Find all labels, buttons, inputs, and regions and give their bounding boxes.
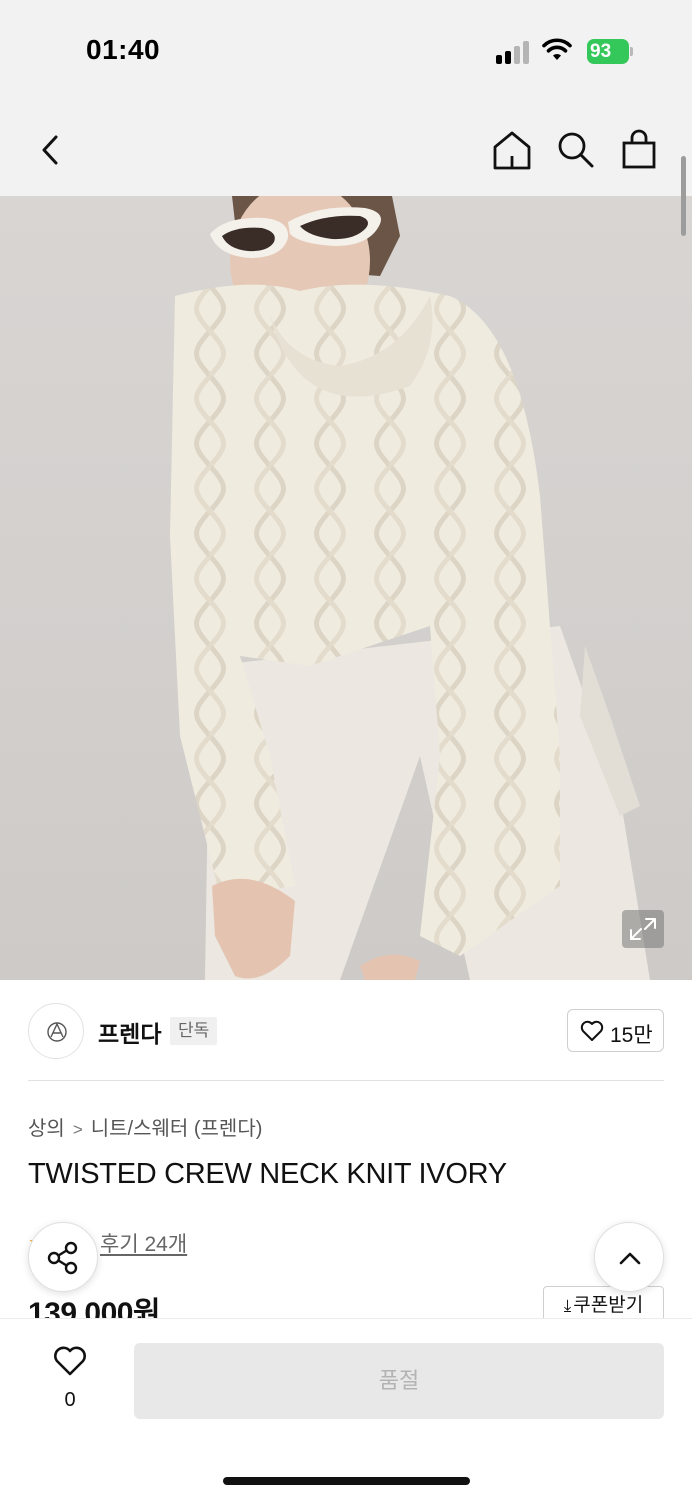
coupon-label: 쿠폰받기 — [573, 1295, 644, 1316]
wifi-icon — [542, 38, 572, 60]
top-navigation — [0, 100, 692, 196]
scrollbar[interactable] — [681, 156, 686, 236]
chevron-up-icon — [619, 1252, 641, 1265]
bottom-action-bar: 0 품절 — [0, 1318, 692, 1500]
home-icon[interactable] — [490, 128, 534, 172]
exclusive-badge: 단독 — [170, 1017, 218, 1045]
share-icon — [47, 1241, 78, 1275]
sold-out-button[interactable]: 품절 — [134, 1343, 664, 1419]
breadcrumb-separator: > — [72, 1120, 83, 1139]
status-bar: 01:40 93 — [0, 0, 692, 100]
status-time: 01:40 — [86, 34, 161, 65]
back-icon[interactable] — [30, 128, 74, 172]
product-photo-illustration — [170, 196, 650, 980]
download-icon: ⤓ — [563, 1296, 572, 1315]
battery-icon: 93 — [587, 39, 633, 64]
breadcrumb-subcategory[interactable]: 니트/스웨터 (프렌다) — [91, 1118, 263, 1140]
home-indicator[interactable] — [223, 1477, 470, 1485]
wishlist-heart-icon[interactable] — [52, 1345, 88, 1377]
brand-like-count: 15만 — [610, 1024, 653, 1047]
share-button[interactable] — [28, 1222, 98, 1292]
review-link[interactable]: 후기 24개 — [100, 1228, 187, 1258]
breadcrumb: 상의 > 니트/스웨터 (프렌다) — [28, 1112, 262, 1141]
shopping-bag-icon[interactable] — [617, 128, 661, 172]
brand-logo[interactable] — [28, 1003, 84, 1059]
breadcrumb-category[interactable]: 상의 — [28, 1118, 65, 1140]
search-icon[interactable] — [553, 128, 597, 172]
product-image[interactable] — [0, 196, 692, 980]
scroll-to-top-button[interactable] — [594, 1222, 664, 1292]
brand-like-button[interactable]: 15만 — [567, 1009, 664, 1052]
wishlist-count: 0 — [64, 1389, 76, 1411]
brand-name[interactable]: 프렌다 — [98, 1015, 161, 1049]
product-title: TWISTED CREW NECK KNIT IVORY — [28, 1158, 507, 1190]
divider — [28, 1080, 664, 1081]
heart-icon — [580, 1020, 604, 1041]
cellular-signal-icon — [496, 40, 532, 64]
expand-icon[interactable] — [622, 910, 664, 948]
battery-level: 93 — [587, 39, 629, 64]
